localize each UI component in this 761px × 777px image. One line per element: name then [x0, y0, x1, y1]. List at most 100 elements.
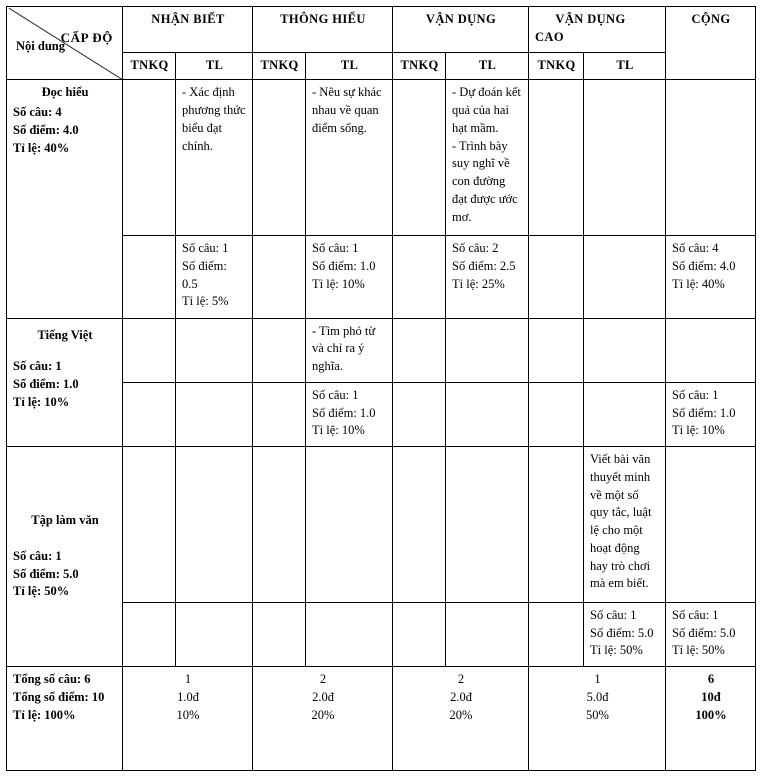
summary-tap-lam-van-vdc-tl-so-cau: Số câu: 1 — [590, 607, 637, 622]
summary-doc-hieu-vdc-tl — [583, 235, 666, 319]
totals-van-dung: 2 2.0đ 20% — [392, 666, 529, 771]
summary-tap-lam-van-vdc-tl-ti-le: Tỉ lệ: 50% — [590, 643, 643, 658]
totals-thong-hieu-ti-le: 20% — [311, 707, 335, 722]
row-label-doc-hieu-ti-le: Tỉ lệ: 40% — [13, 140, 70, 155]
totals-van-dung-cao-so-cau: 1 — [594, 672, 601, 686]
cell-tieng-viet-cong — [665, 317, 756, 383]
row-label-tieng-viet-title: Tiếng Việt — [37, 327, 93, 342]
header-level-van-dung-cao-line1: VẬN DỤNG — [555, 12, 626, 26]
summary-tieng-viet-nb-tl — [175, 381, 253, 448]
header-level-van-dung-cao: VẬN DỤNG CAO — [528, 6, 666, 53]
cell-doc-hieu-nb-tl: - Xác định phương thức biểu đạt chính. — [175, 79, 253, 237]
header-content-label: Nội dung — [16, 38, 65, 53]
totals-nhan-biet: 1 1.0đ 10% — [122, 666, 253, 771]
assessment-matrix-sheet: CẤP ĐỘ Nội dung NHẬN BIẾT THÔNG HIỂU VẬN… — [0, 0, 761, 777]
row-label-doc-hieu-so-diem: Số điểm: 4.0 — [13, 122, 79, 137]
summary-doc-hieu-vdc-tnkq — [528, 235, 584, 319]
summary-doc-hieu-nb-tnkq — [122, 235, 176, 319]
header-subcol-th-tnkq: TNKQ — [252, 51, 306, 81]
cell-doc-hieu-th-tl: - Nêu sự khác nhau về quan điểm sống. — [305, 79, 393, 237]
header-subcol-vdc-tl: TL — [583, 51, 666, 81]
totals-van-dung-cao-ti-le: 50% — [586, 707, 609, 722]
summary-tieng-viet-vdc-tnkq — [528, 381, 584, 448]
row-label-doc-hieu-title: Đọc hiểu — [41, 85, 89, 100]
cell-doc-hieu-nb-tnkq — [122, 79, 176, 237]
cell-tieng-viet-nb-tnkq — [122, 317, 176, 383]
header-subcol-vd-tnkq: TNKQ — [392, 51, 446, 81]
cell-doc-hieu-vd-tl: - Dự đoán kết quả của hai hạt mầm. - Trì… — [445, 79, 529, 237]
header-level-label: CẤP ĐỘ — [60, 30, 113, 45]
cell-tieng-viet-th-tnkq — [252, 317, 306, 383]
summary-tieng-viet-cong: Số câu: 1 Số điểm: 1.0 Tỉ lệ: 10% — [665, 381, 756, 448]
totals-label-cell: Tổng số câu: 6 Tổng số điểm: 10 Tỉ lệ: 1… — [6, 666, 123, 771]
cell-tap-lam-van-vdc-tnkq — [528, 446, 584, 603]
header-subcol-nb-tnkq: TNKQ — [122, 51, 176, 81]
header-subcol-nb-tl: TL — [175, 51, 253, 81]
cell-doc-hieu-vd-tnkq — [392, 79, 446, 237]
summary-tieng-viet-vd-tnkq — [392, 381, 446, 448]
summary-tap-lam-van-vdc-tl-so-diem: Số điểm: 5.0 — [590, 625, 654, 640]
totals-cong: 6 10đ 100% — [665, 666, 756, 771]
totals-nhan-biet-so-cau: 1 — [184, 672, 192, 686]
summary-doc-hieu-vd-tl: Số câu: 2 Số điểm: 2.5 Tỉ lệ: 25% — [445, 235, 529, 319]
summary-doc-hieu-th-tl-ti-le: Tỉ lệ: 10% — [312, 276, 365, 291]
cell-tieng-viet-th-tl: - Tìm phó từ và chỉ ra ý nghĩa. — [305, 317, 393, 383]
summary-tieng-viet-th-tl-so-cau: Số câu: 1 — [312, 387, 359, 402]
cell-tieng-viet-nb-tl — [175, 317, 253, 383]
summary-tap-lam-van-cong: Số câu: 1 Số điểm: 5.0 Tỉ lệ: 50% — [665, 601, 756, 668]
cell-tap-lam-van-th-tnkq — [252, 446, 306, 603]
summary-doc-hieu-vd-tl-ti-le: Tỉ lệ: 25% — [452, 276, 505, 291]
row-label-tap-lam-van-so-cau: Số câu: 1 — [13, 548, 62, 563]
summary-tap-lam-van-th-tl — [305, 601, 393, 668]
header-subcol-th-tl: TL — [305, 51, 393, 81]
totals-van-dung-ti-le: 20% — [449, 707, 473, 722]
cell-tieng-viet-vd-tl — [445, 317, 529, 383]
summary-tieng-viet-vd-tl — [445, 381, 529, 448]
summary-doc-hieu-cong: Số câu: 4 Số điểm: 4.0 Tỉ lệ: 40% — [665, 235, 756, 319]
summary-doc-hieu-nb-tl-so-diem-value: 0.5 — [182, 276, 198, 291]
row-label-tap-lam-van-ti-le: Tỉ lệ: 50% — [13, 584, 70, 599]
row-label-tap-lam-van: Tập làm văn Số câu: 1 Số điểm: 5.0 Tỉ lệ… — [6, 446, 123, 667]
summary-tieng-viet-cong-so-cau: Số câu: 1 — [672, 387, 719, 402]
row-label-tieng-viet: Tiếng Việt Số câu: 1 Số điểm: 1.0 Tỉ lệ:… — [6, 317, 123, 448]
summary-tap-lam-van-cong-ti-le: Tỉ lệ: 50% — [672, 643, 725, 658]
cell-tap-lam-van-vd-tl — [445, 446, 529, 603]
summary-tap-lam-van-vd-tl — [445, 601, 529, 668]
totals-nhan-biet-ti-le: 10% — [176, 707, 200, 722]
header-total-cong: CỘNG — [665, 5, 756, 81]
totals-van-dung-cao: 1 5.0đ 50% — [528, 666, 666, 771]
header-level-van-dung-cao-line2: CAO — [535, 29, 564, 44]
summary-tieng-viet-nb-tnkq — [122, 381, 176, 448]
totals-cong-so-cau: 6 — [707, 672, 715, 686]
summary-tieng-viet-cong-ti-le: Tỉ lệ: 10% — [672, 423, 725, 438]
table-row-tap-lam-van-content: Tập làm văn Số câu: 1 Số điểm: 5.0 Tỉ lệ… — [6, 446, 756, 667]
row-label-tieng-viet-so-diem: Số điểm: 1.0 — [13, 377, 79, 392]
row-label-tieng-viet-ti-le: Tỉ lệ: 10% — [13, 394, 70, 409]
cell-doc-hieu-vd-tl-item1: - Dự đoán kết quả của hai hạt mầm. — [452, 85, 521, 135]
summary-doc-hieu-cong-so-diem: Số điểm: 4.0 — [672, 258, 736, 273]
totals-van-dung-so-diem: 2.0đ — [450, 689, 472, 704]
cell-doc-hieu-vd-tl-item2: - Trình bày suy nghĩ về con đường đạt đư… — [452, 138, 518, 224]
table-row-totals: Tổng số câu: 6 Tổng số điểm: 10 Tỉ lệ: 1… — [6, 666, 756, 771]
summary-tap-lam-van-nb-tl — [175, 601, 253, 668]
totals-tong-so-cau: Tổng số câu: 6 — [13, 672, 91, 686]
totals-ti-le: Tỉ lệ: 100% — [13, 707, 76, 722]
summary-doc-hieu-th-tl: Số câu: 1 Số điểm: 1.0 Tỉ lệ: 10% — [305, 235, 393, 319]
header-subcol-vd-tl: TL — [445, 51, 529, 81]
summary-tieng-viet-th-tl-ti-le: Tỉ lệ: 10% — [312, 423, 365, 438]
table-row-tieng-viet-content: Tiếng Việt Số câu: 1 Số điểm: 1.0 Tỉ lệ:… — [6, 317, 756, 448]
row-label-doc-hieu: Đọc hiểu Số câu: 4 Số điểm: 4.0 Tỉ lệ: 4… — [6, 79, 123, 319]
cell-tap-lam-van-th-tl — [305, 446, 393, 603]
row-label-tap-lam-van-title: Tập làm văn — [31, 513, 99, 528]
totals-van-dung-so-cau: 2 — [457, 672, 465, 686]
totals-thong-hieu: 2 2.0đ 20% — [252, 666, 393, 771]
row-label-doc-hieu-so-cau: Số câu: 4 — [13, 105, 62, 120]
totals-van-dung-cao-so-diem: 5.0đ — [586, 689, 609, 704]
summary-tap-lam-van-th-tnkq — [252, 601, 306, 668]
totals-thong-hieu-so-diem: 2.0đ — [312, 689, 334, 704]
header-corner-cell: CẤP ĐỘ Nội dung — [6, 5, 123, 81]
summary-doc-hieu-th-tl-so-cau: Số câu: 1 — [312, 241, 359, 256]
totals-nhan-biet-so-diem: 1.0đ — [177, 689, 199, 704]
summary-tieng-viet-th-tnkq — [252, 381, 306, 448]
cell-tieng-viet-vdc-tl — [583, 317, 666, 383]
